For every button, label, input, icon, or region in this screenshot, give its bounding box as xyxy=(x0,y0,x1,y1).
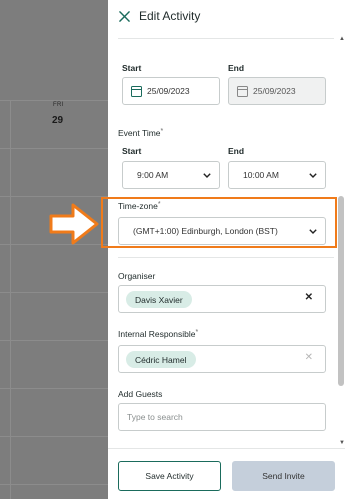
calendar-gridline xyxy=(0,196,108,197)
date-start-label: Start xyxy=(122,63,142,73)
calendar-gridline xyxy=(0,292,108,293)
event-time-label-text: Event Time xyxy=(118,128,161,138)
date-end-label: End xyxy=(228,63,245,73)
scroll-up-icon[interactable]: ▲ xyxy=(339,36,345,42)
header-divider xyxy=(118,38,334,39)
calendar-gridline xyxy=(0,148,108,149)
scrollbar[interactable]: ▲ ▼ xyxy=(337,36,345,446)
required-mark: * xyxy=(157,201,161,208)
internal-responsible-label-text: Internal Responsible xyxy=(118,329,196,339)
scroll-down-icon[interactable]: ▼ xyxy=(339,440,345,446)
calendar-column-line xyxy=(10,100,11,499)
time-start-label: Start xyxy=(122,146,142,156)
event-time-label: Event Time* xyxy=(118,128,163,138)
end-time-value: 10:00 AM xyxy=(243,170,279,180)
edit-activity-drawer: Edit Activity Start End 25/09/2023 25/09… xyxy=(108,0,345,499)
calendar-gridline xyxy=(0,340,108,341)
guest-search-input[interactable]: Type to search xyxy=(118,403,326,431)
calendar-day-number: 29 xyxy=(52,115,64,126)
required-mark: * xyxy=(195,329,199,336)
end-date-input: 25/09/2023 xyxy=(228,77,326,105)
timezone-select[interactable]: (GMT+1:00) Edinburgh, London (BST) xyxy=(118,217,326,245)
footer-divider xyxy=(108,448,345,449)
calendar-gridline xyxy=(0,100,108,101)
internal-responsible-label: Internal Responsible* xyxy=(118,329,198,339)
chevron-down-icon xyxy=(309,228,317,234)
arrow-right-icon xyxy=(49,203,99,245)
end-time-select[interactable]: 10:00 AM xyxy=(228,161,326,189)
start-date-value: 25/09/2023 xyxy=(147,86,190,96)
organiser-chip: Davis Xavier xyxy=(126,291,192,308)
time-end-label: End xyxy=(228,146,245,156)
internal-responsible-input[interactable]: Cédric Hamel ✕ xyxy=(118,345,326,373)
drawer-header: Edit Activity xyxy=(108,0,345,36)
clear-organiser-icon[interactable]: ✕ xyxy=(305,292,313,303)
internal-responsible-chip: Cédric Hamel xyxy=(126,351,196,368)
required-mark: * xyxy=(160,128,164,135)
start-time-select[interactable]: 9:00 AM xyxy=(122,161,220,189)
calendar-icon xyxy=(131,85,142,97)
start-time-value: 9:00 AM xyxy=(137,170,169,180)
calendar-background: FRI 29 xyxy=(0,0,108,499)
drawer-title: Edit Activity xyxy=(139,9,201,23)
clear-internal-responsible-icon[interactable]: ✕ xyxy=(305,352,313,363)
close-icon[interactable] xyxy=(119,11,130,22)
end-date-value: 25/09/2023 xyxy=(253,86,296,96)
scrollbar-thumb[interactable] xyxy=(338,196,344,386)
calendar-gridline xyxy=(0,388,108,389)
timezone-label-text: Time-zone xyxy=(118,201,158,211)
organiser-label: Organiser xyxy=(118,271,156,281)
calendar-icon xyxy=(237,85,248,97)
calendar-gridline xyxy=(0,484,108,485)
start-date-input[interactable]: 25/09/2023 xyxy=(122,77,220,105)
timezone-value: (GMT+1:00) Edinburgh, London (BST) xyxy=(133,226,278,236)
chevron-down-icon xyxy=(203,172,211,178)
section-divider xyxy=(118,257,334,258)
send-invite-button[interactable]: Send Invite xyxy=(232,461,335,491)
chevron-down-icon xyxy=(309,172,317,178)
add-guests-label: Add Guests xyxy=(118,389,163,399)
calendar-gridline xyxy=(0,436,108,437)
save-activity-button[interactable]: Save Activity xyxy=(118,461,221,491)
organiser-input[interactable]: Davis Xavier ✕ xyxy=(118,285,326,313)
calendar-day-name: FRI xyxy=(53,102,64,108)
timezone-label: Time-zone* xyxy=(118,201,161,211)
